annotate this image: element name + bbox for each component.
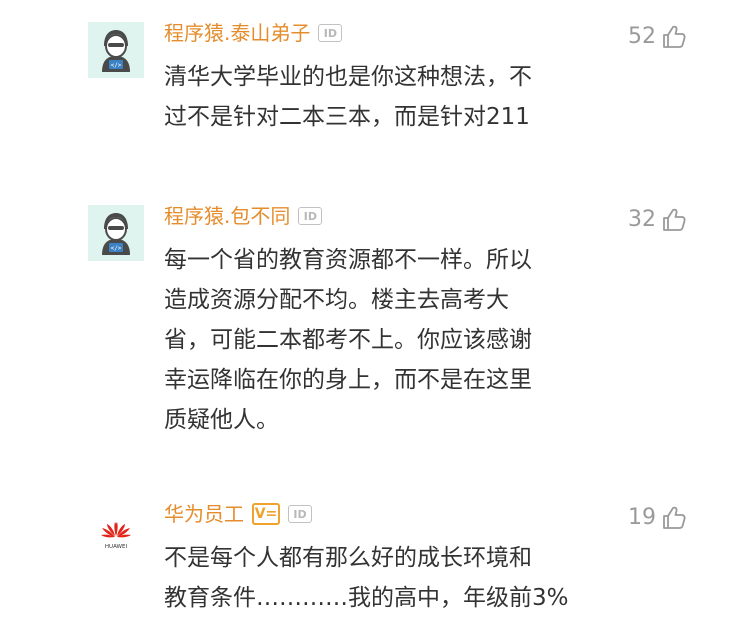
username-row: 华为员工 V= ID bbox=[164, 500, 312, 528]
avatar[interactable]: </> bbox=[88, 22, 144, 78]
comment-line: 质疑他人。 bbox=[164, 407, 279, 433]
comment-text: 每一个省的教育资源都不一样。所以 造成资源分配不均。楼主去高考大 省，可能二本都… bbox=[164, 240, 584, 440]
comment-item: </> 程序猿.泰山弟子 ID 清华大学毕业的也是你这种想法，不 过不是针对二本… bbox=[0, 19, 736, 139]
id-badge: ID bbox=[318, 24, 343, 42]
comment-line: 每一个省的教育资源都不一样。所以 bbox=[164, 247, 532, 273]
like-count: 19 bbox=[628, 505, 656, 530]
thumbs-up-icon bbox=[663, 208, 686, 231]
comment-item: </> 程序猿.包不同 ID 每一个省的教育资源都不一样。所以 造成资源分配不均… bbox=[0, 202, 736, 442]
comment-line: 过不是针对二本三本，而是针对211 bbox=[164, 104, 530, 130]
comment-text: 清华大学毕业的也是你这种想法，不 过不是针对二本三本，而是针对211 bbox=[164, 57, 584, 137]
verified-badge: V= bbox=[252, 503, 280, 525]
avatar[interactable]: </> bbox=[88, 205, 144, 261]
username[interactable]: 程序猿.泰山弟子 bbox=[164, 19, 310, 47]
coder-avatar-icon: </> bbox=[102, 213, 130, 255]
avatar[interactable]: HUAWEI bbox=[88, 512, 144, 568]
thumbs-up-icon bbox=[663, 506, 686, 529]
username[interactable]: 程序猿.包不同 bbox=[164, 202, 290, 230]
comment-line: 造成资源分配不均。楼主去高考大 bbox=[164, 287, 509, 313]
like-count: 32 bbox=[628, 207, 656, 232]
comment-line: 幸运降临在你的身上，而不是在这里 bbox=[164, 367, 532, 393]
svg-text:</>: </> bbox=[111, 62, 122, 69]
coder-avatar-icon: </> bbox=[102, 30, 130, 72]
id-badge: ID bbox=[288, 505, 312, 523]
like-button[interactable]: 19 bbox=[628, 504, 688, 532]
username-row: 程序猿.泰山弟子 ID bbox=[164, 19, 343, 47]
svg-text:HUAWEI: HUAWEI bbox=[105, 544, 128, 550]
like-button[interactable]: 32 bbox=[628, 206, 688, 234]
like-count: 52 bbox=[628, 24, 656, 49]
comment-line: 省，可能二本都考不上。你应该感谢 bbox=[164, 327, 532, 353]
like-button[interactable]: 52 bbox=[628, 23, 688, 51]
comment-line: 清华大学毕业的也是你这种想法，不 bbox=[164, 64, 532, 90]
comment-text: 不是每个人都有那么好的成长环境和 教育条件…………我的高中，年级前3% bbox=[164, 538, 584, 618]
svg-text:</>: </> bbox=[111, 245, 122, 252]
username-row: 程序猿.包不同 ID bbox=[164, 202, 323, 230]
comment-line: 不是每个人都有那么好的成长环境和 bbox=[164, 545, 532, 571]
huawei-logo-icon: HUAWEI bbox=[101, 522, 131, 550]
comment-line: 教育条件…………我的高中，年级前3% bbox=[164, 585, 569, 611]
id-badge: ID bbox=[298, 207, 323, 225]
username[interactable]: 华为员工 bbox=[164, 500, 244, 528]
comment-item: HUAWEI 华为员工 V= ID 不是每个人都有那么好的成长环境和 教育条件…… bbox=[0, 500, 736, 611]
thumbs-up-icon bbox=[663, 25, 686, 48]
